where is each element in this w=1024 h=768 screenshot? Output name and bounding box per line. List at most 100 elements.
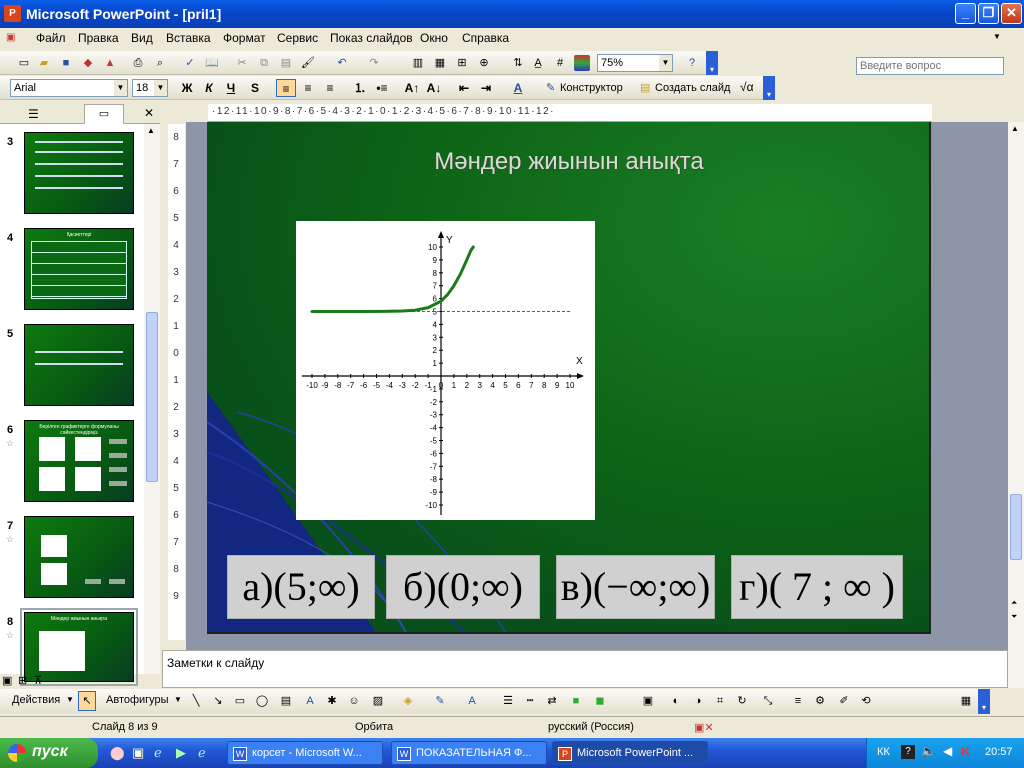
slides-tab-icon[interactable]: ▭ (84, 104, 124, 124)
line-style-icon[interactable]: ☰ (500, 693, 516, 709)
underline-button[interactable]: Ч (222, 79, 240, 97)
help-tray-icon[interactable]: ? (901, 745, 915, 759)
tables-borders-icon[interactable]: ⊞ (454, 55, 470, 71)
hyperlink-icon[interactable]: ⊕ (476, 55, 492, 71)
quicklaunch-ie-icon[interactable]: ℯ (154, 745, 162, 761)
shadow-button[interactable]: S (246, 79, 264, 97)
menu-format[interactable]: Формат (223, 31, 266, 45)
oval-icon[interactable]: ◯ (254, 693, 270, 709)
insert-picture-icon[interactable]: ▣ (640, 693, 656, 709)
zoom-select[interactable]: 75% ▼ (597, 54, 673, 72)
reset-picture-icon[interactable]: ⟲ (858, 693, 874, 709)
slide-sorter-icon[interactable]: ⊞ (18, 674, 27, 687)
research-icon[interactable]: 📖 (204, 55, 220, 71)
new-document-icon[interactable]: ▭ (16, 55, 32, 71)
spelling-status-icon[interactable]: ▣✕ (694, 721, 714, 734)
font-size-select[interactable]: 18 ▼ (132, 79, 168, 97)
shadow-style-icon[interactable]: ■ (568, 693, 584, 709)
cut-icon[interactable]: ✂ (234, 55, 250, 71)
designer-button[interactable]: Конструктор (560, 82, 623, 94)
print-icon[interactable]: ⎙ (130, 55, 146, 71)
kaspersky-icon[interactable]: K (961, 744, 970, 759)
font-size-dropdown-arrow[interactable]: ▼ (154, 80, 167, 96)
actions-menu[interactable]: Действия (12, 694, 60, 706)
undo-icon[interactable]: ↶ (334, 55, 350, 71)
chart-icon[interactable]: ▥ (410, 55, 426, 71)
answer-c[interactable]: в)(−∞;∞) (556, 555, 715, 619)
paste-icon[interactable]: ▤ (278, 55, 294, 71)
slide-thumbnail[interactable] (24, 516, 134, 598)
font-select[interactable]: Arial ▼ (10, 79, 128, 97)
equation-icon[interactable]: √α (740, 80, 754, 94)
copy-icon[interactable]: ⧉ (256, 55, 272, 71)
new-slide-button[interactable]: Создать слайд (655, 82, 730, 94)
quicklaunch-opera-icon[interactable]: ⬤ (110, 745, 125, 761)
line-color-icon[interactable]: ✎ (432, 693, 448, 709)
clipart-icon[interactable]: ☺ (346, 693, 362, 709)
language-indicator[interactable]: КК (877, 746, 890, 758)
next-slide-icon[interactable]: ⏷ (1011, 612, 1017, 622)
task-word-corset[interactable]: W корсет - Microsoft W... (227, 741, 383, 765)
autoshapes-dropdown-arrow[interactable]: ▼ (174, 695, 182, 704)
bold-button[interactable]: Ж (178, 79, 196, 97)
autoshapes-menu[interactable]: Автофигуры (106, 694, 169, 706)
wordart-icon[interactable]: A (302, 693, 318, 709)
slide-thumbnail[interactable] (24, 132, 134, 214)
scroll-up-arrow[interactable]: ▲ (147, 126, 155, 135)
speaker-icon[interactable]: 🔈 (921, 744, 936, 758)
maximize-button[interactable]: ❐ (978, 3, 999, 24)
slide-canvas[interactable]: Мәндер жиынын анықта X Y -10 -9 -8 -7 -6 -5 -4 -3… (207, 122, 931, 634)
task-powerpoint[interactable]: P Microsoft PowerPoint ... (552, 741, 708, 765)
rectangle-icon[interactable]: ▭ (232, 693, 248, 709)
font-dropdown-arrow[interactable]: ▼ (114, 80, 127, 96)
menu-view[interactable]: Вид (131, 31, 153, 45)
arrow-style-icon[interactable]: ⇄ (544, 693, 560, 709)
answer-d[interactable]: г)( 7 ; ∞ ) (731, 555, 903, 619)
show-formatting-icon[interactable]: A̲ (530, 55, 546, 71)
designer-icon[interactable]: ✎ (546, 81, 555, 94)
show-grid-icon[interactable]: # (552, 55, 568, 71)
quicklaunch-media-icon[interactable]: ▶ (176, 745, 186, 761)
permission-icon[interactable]: ◆ (80, 55, 96, 71)
picture-icon[interactable]: ▨ (370, 693, 386, 709)
crop-icon[interactable]: ⌗ (712, 693, 728, 709)
bullets-button[interactable]: •≡ (372, 79, 392, 97)
toolbar-options-chevron[interactable]: ▾ (706, 51, 718, 75)
start-button[interactable]: пуск (0, 738, 98, 768)
font-color-icon[interactable]: A (464, 693, 480, 709)
format-picture-icon[interactable]: ⚙ (812, 693, 828, 709)
function-graph[interactable]: X Y -10 -9 -8 -7 -6 -5 -4 -3 -2 -1 0 1 2 3 4 5 6 7 8 9 10 -10 -9… (296, 221, 595, 520)
scroll-thumb[interactable] (146, 312, 158, 482)
zoom-dropdown-arrow[interactable]: ▼ (659, 55, 672, 71)
slide-scrollbar[interactable]: ▲ ⏶ ⏷ (1008, 122, 1024, 688)
color-grayscale-icon[interactable] (574, 55, 590, 71)
textbox-icon[interactable]: ▤ (278, 693, 294, 709)
help-dropdown-arrow[interactable]: ▼ (993, 32, 1001, 41)
slide-thumbnail-current[interactable]: Мәндер жиынын анықта (20, 608, 138, 686)
new-slide-icon[interactable]: ▤ (640, 81, 650, 94)
fill-color-icon[interactable]: ◈ (400, 693, 416, 709)
slide-thumbnail[interactable]: Берілген графиктерге формуланы сәйкестен… (24, 420, 134, 502)
spelling-icon[interactable]: ✓ (182, 55, 198, 71)
compress-icon[interactable]: ⤡ (760, 693, 776, 709)
minimize-button[interactable]: _ (955, 3, 976, 24)
italic-button[interactable]: К (200, 79, 218, 97)
expand-all-icon[interactable]: ⇅ (510, 55, 526, 71)
thumbnail-row[interactable]: 6 ☆ Берілген графиктерге формуланы сәйке… (0, 416, 144, 504)
select-pointer-icon[interactable]: ↖ (78, 691, 96, 711)
decrease-indent-button[interactable]: ⇤ (454, 79, 474, 97)
contrast-icon[interactable]: ◑ (690, 693, 706, 709)
normal-view-icon[interactable]: ▣ (2, 674, 12, 687)
back-arrow-icon[interactable]: ◀ (943, 744, 952, 758)
slideshow-icon[interactable]: ⊼ (34, 674, 42, 687)
actions-dropdown-arrow[interactable]: ▼ (66, 695, 74, 704)
quicklaunch-desktop-icon[interactable]: ▣ (132, 745, 144, 761)
help-search-input[interactable] (856, 57, 1004, 75)
powerpoint-app-icon[interactable]: P (4, 5, 21, 22)
thumbnail-row[interactable]: 3 (0, 128, 144, 216)
scroll-thumb[interactable] (1010, 494, 1022, 560)
transparent-color-icon[interactable]: ✐ (836, 693, 852, 709)
slide-thumbnail[interactable]: Қасиеттері (24, 228, 134, 310)
close-button[interactable]: ✕ (1001, 3, 1022, 24)
menu-help[interactable]: Справка (462, 31, 509, 45)
